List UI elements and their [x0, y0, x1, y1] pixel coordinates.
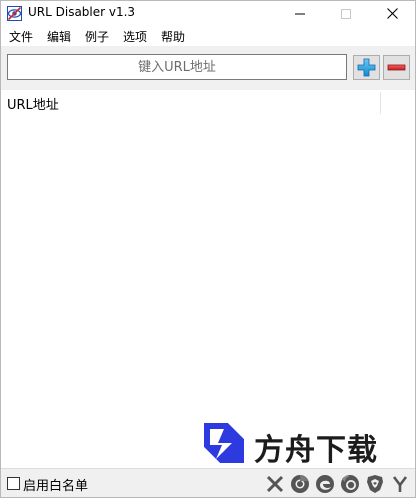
- status-bar: 启用白名单: [1, 468, 415, 497]
- maximize-button[interactable]: [323, 1, 369, 26]
- app-eye-icon: [7, 6, 22, 21]
- edge-icon[interactable]: [315, 474, 335, 494]
- close-icon: [386, 8, 398, 19]
- watermark-text: 方舟下载: [254, 433, 378, 468]
- toolbar: [1, 46, 415, 90]
- title-bar[interactable]: URL Disabler v1.3: [1, 1, 415, 26]
- menu-help[interactable]: 帮助: [161, 28, 185, 45]
- yandex-icon[interactable]: [390, 474, 410, 494]
- close-button[interactable]: [369, 1, 415, 26]
- menu-bar: 文件 编辑 例子 选项 帮助: [1, 26, 415, 46]
- menu-options[interactable]: 选项: [123, 28, 147, 45]
- menu-file[interactable]: 文件: [9, 28, 33, 45]
- maximize-icon: [341, 8, 351, 19]
- minimize-button[interactable]: [277, 1, 323, 26]
- url-list[interactable]: URL地址: [1, 90, 415, 468]
- plus-icon: [357, 58, 376, 77]
- brave-icon[interactable]: [365, 474, 385, 494]
- column-header-url[interactable]: URL地址: [7, 94, 59, 113]
- menu-edit[interactable]: 编辑: [47, 28, 71, 45]
- remove-url-button[interactable]: [383, 55, 410, 80]
- menu-examples[interactable]: 例子: [85, 28, 109, 45]
- whitelist-label[interactable]: 启用白名单: [23, 475, 88, 494]
- watermark: 方舟下载: [204, 423, 394, 468]
- minus-icon: [387, 64, 406, 71]
- chrome-icon[interactable]: [290, 474, 310, 494]
- close-x-icon[interactable]: [265, 474, 285, 494]
- watermark-logo-icon: [204, 423, 244, 463]
- add-url-button[interactable]: [353, 55, 380, 80]
- url-input[interactable]: [7, 54, 347, 80]
- app-window: URL Disabler v1.3 文件 编辑 例子 选项 帮助 键入URL地址…: [0, 0, 416, 498]
- minimize-icon: [295, 13, 305, 14]
- window-title: URL Disabler v1.3: [28, 5, 136, 19]
- column-divider[interactable]: [380, 92, 381, 114]
- whitelist-checkbox[interactable]: [7, 477, 20, 490]
- list-header: URL地址: [1, 90, 415, 115]
- firefox-icon[interactable]: [340, 474, 360, 494]
